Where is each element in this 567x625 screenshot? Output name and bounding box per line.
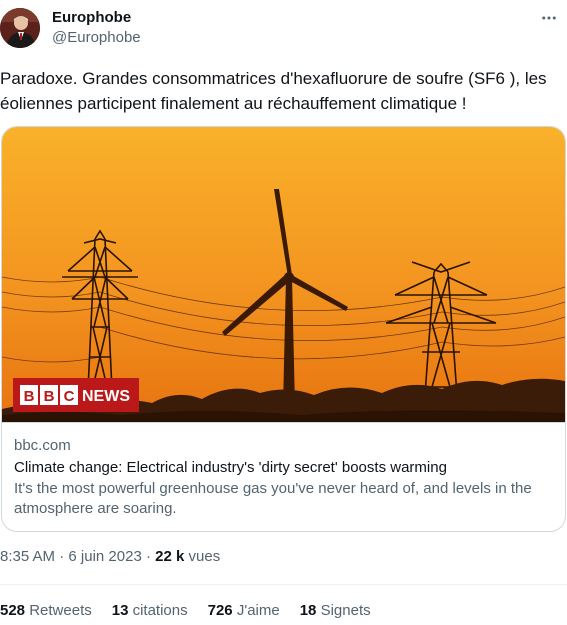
separator-dot: · (59, 548, 65, 565)
stat-count: 18 (299, 602, 317, 619)
more-options-button[interactable] (537, 8, 561, 28)
stat-label: J'aime (236, 602, 280, 619)
svg-text:NEWS: NEWS (82, 388, 130, 405)
engagement-stats: 528 Retweets 13 citations 726 J'aime 18 … (0, 602, 391, 619)
bbc-news-logo: B B C NEWS (13, 378, 139, 412)
svg-text:C: C (64, 388, 75, 405)
avatar[interactable] (0, 8, 40, 48)
stat-bookmarks[interactable]: 18 Signets (300, 602, 371, 619)
stat-label: Signets (320, 602, 371, 619)
author-name[interactable]: Europhobe (52, 9, 131, 26)
stat-count: 528 (0, 602, 26, 619)
stat-label: citations (132, 602, 188, 619)
svg-text:B: B (24, 388, 35, 405)
svg-text:B: B (44, 388, 55, 405)
tweet-time[interactable]: 8:35 AM (0, 548, 55, 565)
more-horizontal-icon (542, 16, 556, 20)
card-image: B B C NEWS (2, 127, 565, 422)
stat-quotes[interactable]: 13 citations (112, 602, 188, 619)
card-meta: bbc.com Climate change: Electrical indus… (2, 422, 565, 531)
card-title: Climate change: Electrical industry's 'd… (14, 459, 447, 476)
stat-label: Retweets (29, 602, 92, 619)
stat-count: 13 (111, 602, 129, 619)
tweet-timestamp: 8:35 AM · 6 juin 2023 · 22 k vues (0, 548, 220, 565)
views-label: vues (188, 548, 221, 565)
tweet-date[interactable]: 6 juin 2023 (68, 548, 141, 565)
tweet-text: Paradoxe. Grandes consommatrices d'hexaf… (0, 69, 547, 113)
card-description: It's the most powerful greenhouse gas yo… (14, 480, 532, 517)
author-handle[interactable]: @Europhobe (52, 29, 141, 46)
stat-retweets[interactable]: 528 Retweets (0, 602, 92, 619)
divider (0, 584, 567, 585)
stat-likes[interactable]: 726 J'aime (208, 602, 280, 619)
link-card[interactable]: B B C NEWS bbc.com Climate change: Elect… (1, 126, 566, 532)
views-count: 22 k (155, 548, 185, 565)
separator-dot: · (145, 548, 151, 565)
card-domain: bbc.com (14, 437, 71, 454)
stat-count: 726 (207, 602, 233, 619)
